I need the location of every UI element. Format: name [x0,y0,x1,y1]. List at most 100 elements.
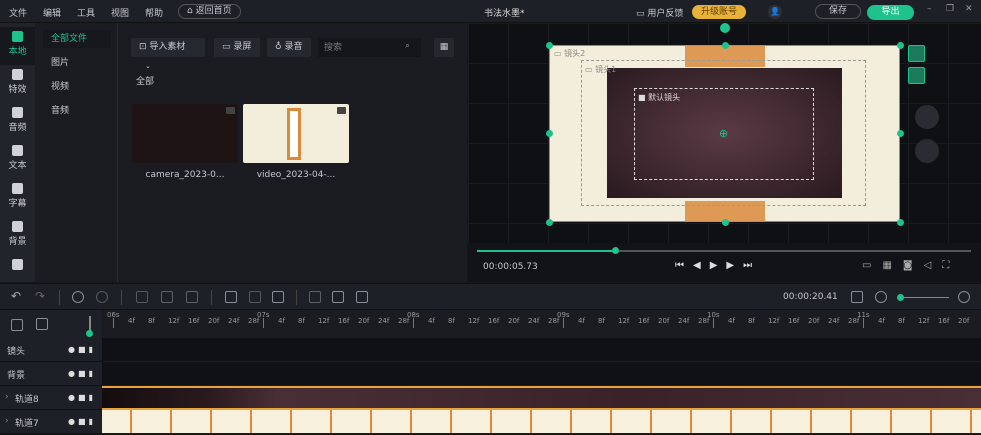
nav-item[interactable]: 音频 [0,103,35,141]
grid-view-icon[interactable]: ▦ [434,38,454,57]
trash-icon[interactable]: ▮ [89,345,96,354]
track-header[interactable]: › 轨道7 ●■▮ [0,410,102,434]
media-item-thumbnail[interactable] [132,104,238,163]
zoom-slider[interactable] [896,294,949,301]
resize-handle[interactable] [546,42,553,49]
target-icon[interactable] [96,291,108,303]
eye-icon[interactable]: ● [68,345,78,354]
track-lane[interactable] [102,410,981,434]
volume-icon[interactable]: ◁ [924,260,943,271]
trash-icon[interactable]: ▮ [89,369,96,378]
skip-start-icon[interactable]: ⏮ [675,260,693,271]
save-button[interactable]: 保存 [815,4,861,19]
chevron-right-icon[interactable]: › [5,416,9,426]
nav-item[interactable]: 字幕 [0,179,35,217]
feedback-button[interactable]: ▭ 用户反馈 [636,6,683,19]
playhead-knob[interactable] [612,247,620,254]
sub-audio[interactable]: 音频 [43,102,111,120]
sub-videos[interactable]: 视频 [43,78,111,96]
nav-item[interactable]: 文本 [0,141,35,179]
resize-handle[interactable] [897,42,904,49]
track-header[interactable]: › 轨道8 ●■▮ [0,386,102,410]
resize-handle[interactable] [546,130,553,137]
eye-icon[interactable]: ● [68,417,78,426]
record-screen-button[interactable]: ▭ 录屏 [214,38,260,57]
search-icon[interactable]: ⌕ [405,41,410,51]
resize-handle[interactable] [897,130,904,137]
nav-item[interactable]: 特效 [0,65,35,103]
undo-icon[interactable]: ↶ [11,289,21,303]
resize-handle[interactable] [722,219,729,226]
rotate-icon[interactable] [720,23,730,33]
frame-icon[interactable] [136,291,148,303]
fit-screen-icon[interactable] [915,105,939,129]
user-avatar-icon[interactable]: 👤 [768,5,782,19]
track-header[interactable]: 镜头 ●■▮ [0,338,102,362]
lock-icon[interactable] [915,139,939,163]
menu-edit[interactable]: 编辑 [43,6,61,19]
fullscreen-icon[interactable]: ⛶ [942,260,960,271]
minimize-icon[interactable]: – [927,4,932,14]
track-lane[interactable] [102,338,981,362]
snapshot-icon[interactable]: ◙ [903,260,924,271]
nav-item[interactable]: 背景 [0,217,35,255]
align-icon[interactable] [908,45,925,62]
eye-icon[interactable]: ● [68,393,78,402]
anchor-icon[interactable] [72,291,84,303]
menu-file[interactable]: 文件 [9,6,27,19]
fit-timeline-icon[interactable] [851,291,863,303]
resize-handle[interactable] [897,219,904,226]
restore-icon[interactable]: ❐ [946,4,954,14]
home-button[interactable]: ⌂ 返回首页 [178,4,241,19]
menu-help[interactable]: 帮助 [145,6,163,19]
prev-frame-icon[interactable]: ◀ [693,260,710,271]
lock-icon[interactable]: ■ [78,345,89,354]
edit-icon[interactable] [249,291,261,303]
close-icon[interactable]: ✕ [965,4,973,14]
track-height-slider-knob[interactable] [86,330,93,337]
resize-handle[interactable] [722,42,729,49]
add-track-icon[interactable] [36,318,48,330]
edit-image-icon[interactable] [225,291,237,303]
export-button[interactable]: 导出 [867,5,914,20]
redo-icon[interactable]: ↷ [35,289,45,303]
layers-icon[interactable] [272,291,284,303]
zoom-slider-knob[interactable] [896,294,904,301]
chevron-right-icon[interactable]: › [5,392,9,402]
sub-images[interactable]: 图片 [43,54,111,72]
copy-icon[interactable] [332,291,344,303]
trash-icon[interactable]: ▮ [89,393,96,402]
lock-icon[interactable]: ■ [78,417,89,426]
import-button[interactable]: ⊡ 导入素材⌄ [131,38,205,70]
crop-clip-icon[interactable] [161,291,173,303]
center-crosshair-icon[interactable]: ⊕ [719,127,728,140]
track-settings-icon[interactable] [11,319,23,331]
nav-item[interactable]: 本地 [0,27,35,65]
lock-icon[interactable]: ■ [78,369,89,378]
sub-all-files[interactable]: 全部文件 [43,30,111,48]
track-header[interactable]: 背景 ●■▮ [0,362,102,386]
media-item-thumbnail[interactable] [243,104,349,163]
play-icon[interactable]: ▶ [710,260,727,271]
trash-icon[interactable]: ▮ [89,417,96,426]
record-audio-button[interactable]: ♁ 录音 [267,38,311,57]
zoom-out-icon[interactable] [875,291,887,303]
timeline-ruler[interactable]: 06s 4f 8f 12f 16f 20f 24f 28f 07s 4f 8f 12f 16f 20f 24… [102,310,981,338]
resize-handle[interactable] [546,219,553,226]
preview-canvas[interactable]: ▭ 镜头2 ▭ 镜头1 ■ 默认镜头 ⊕ [468,23,981,243]
track-lane[interactable] [102,362,981,386]
menu-tools[interactable]: 工具 [77,6,95,19]
zoom-in-icon[interactable] [958,291,970,303]
upgrade-button[interactable]: 升级账号 [692,5,746,19]
preview-settings-icon[interactable]: ▭ [862,260,882,271]
playback-progress[interactable] [477,247,971,254]
crop-icon[interactable] [908,67,925,84]
next-frame-icon[interactable]: ▶ [726,260,743,271]
lock-icon[interactable]: ■ [78,393,89,402]
track-lane[interactable] [102,386,981,410]
split-icon[interactable] [186,291,198,303]
skip-end-icon[interactable]: ⏭ [743,260,761,271]
delete-icon[interactable] [356,291,368,303]
menu-view[interactable]: 视图 [111,6,129,19]
grid-icon[interactable]: ▦ [882,260,902,271]
